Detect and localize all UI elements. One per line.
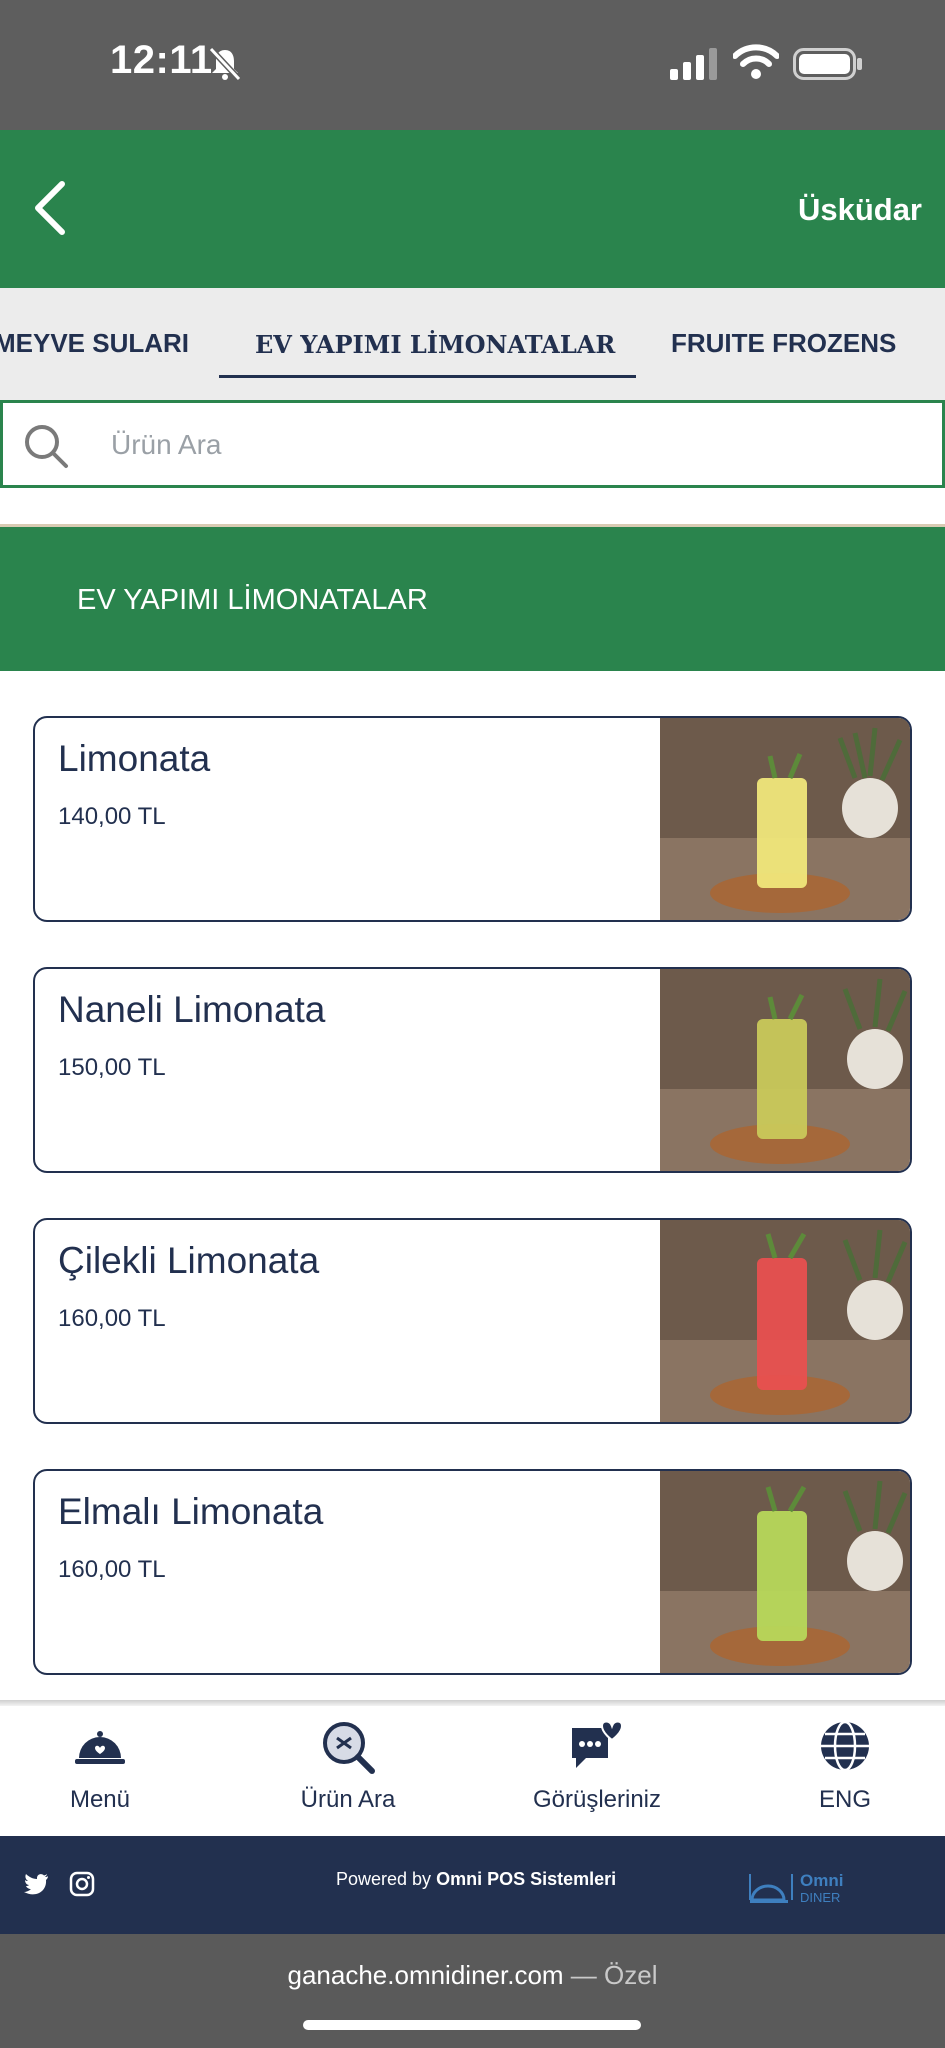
footer: Powered by Omni POS Sistemleri Omni DINE…	[0, 1836, 945, 1934]
product-price: 150,00 TL	[58, 1054, 166, 1081]
powered-by[interactable]: Powered by Omni POS Sistemleri	[336, 1869, 616, 1890]
nav-feedback[interactable]: Görüşleriniz	[497, 1718, 697, 1828]
nav-menu[interactable]: Menü	[0, 1718, 200, 1828]
product-name: Limonata	[58, 738, 211, 779]
nav-language-label: ENG	[818, 1786, 871, 1813]
nav-language[interactable]: ENG	[745, 1718, 945, 1828]
globe-icon	[821, 1720, 869, 1772]
drink-glass	[757, 1019, 807, 1139]
url-domain: ganache.omnidiner.com	[287, 1960, 564, 1990]
search-icon	[25, 425, 68, 468]
product-name: Elmalı Limonata	[58, 1491, 324, 1532]
branch-location[interactable]: Üsküdar	[798, 192, 922, 228]
powered-brand: Omni POS Sistemleri	[436, 1869, 617, 1889]
product-price: 160,00 TL	[58, 1305, 166, 1332]
tab-ev-yapimi-limonatalar[interactable]: EV YAPIMI LİMONATALAR	[255, 330, 615, 359]
search-icon	[323, 1722, 375, 1774]
browser-bar: ganache.omnidiner.com — Özel	[0, 1934, 945, 2048]
app-header: Üsküdar	[0, 130, 945, 288]
product-image	[660, 1220, 910, 1422]
cellular-signal-icon	[670, 48, 717, 80]
tab-fruite-frozens[interactable]: FRUITE FROZENS	[671, 328, 896, 359]
nav-search[interactable]: Ürün Ara	[248, 1718, 448, 1828]
drink-glass	[757, 778, 807, 888]
back-chevron-icon[interactable]	[30, 178, 70, 238]
home-indicator[interactable]	[303, 2020, 641, 2030]
omni-logo-bottom: DINER	[800, 1890, 840, 1905]
product-card[interactable]: Naneli Limonata 150,00 TL	[33, 967, 912, 1173]
drink-glass	[757, 1511, 807, 1641]
nav-feedback-label: Görüşleriniz	[532, 1786, 662, 1813]
cloche-icon	[75, 1731, 125, 1764]
product-price: 160,00 TL	[58, 1556, 166, 1583]
category-tabs: MEYVE SULARI EV YAPIMI LİMONATALAR FRUIT…	[0, 288, 945, 400]
omni-logo-top: Omni	[800, 1871, 843, 1890]
search-bar	[0, 400, 945, 488]
search-input[interactable]	[111, 423, 911, 467]
instagram-icon[interactable]	[69, 1871, 95, 1897]
nav-search-label: Ürün Ara	[300, 1786, 396, 1813]
wifi-icon	[733, 44, 779, 79]
url-bar[interactable]: ganache.omnidiner.com — Özel	[0, 1960, 945, 1991]
product-card[interactable]: Limonata 140,00 TL	[33, 716, 912, 922]
url-suffix: — Özel	[563, 1960, 658, 1990]
active-tab-indicator	[219, 375, 636, 378]
product-image	[660, 1471, 910, 1673]
section-title: EV YAPIMI LİMONATALAR	[77, 584, 428, 616]
product-image	[660, 718, 910, 920]
bell-muted-icon	[208, 46, 242, 82]
tab-meyve-sulari[interactable]: MEYVE SULARI	[0, 328, 189, 359]
status-time: 12:11	[110, 38, 213, 82]
product-card[interactable]: Elmalı Limonata 160,00 TL	[33, 1469, 912, 1675]
twitter-icon[interactable]	[23, 1872, 49, 1896]
bottom-nav: Menü Ürün Ara Görüşleriniz ENG	[0, 1706, 945, 1836]
omni-diner-logo: Omni DINER	[749, 1871, 843, 1905]
status-bar: 12:11	[0, 0, 945, 130]
feedback-heart-icon	[572, 1720, 624, 1768]
nav-menu-label: Menü	[69, 1786, 131, 1813]
product-name: Çilekli Limonata	[58, 1240, 320, 1281]
product-name: Naneli Limonata	[58, 989, 326, 1030]
product-image	[660, 969, 910, 1171]
battery-icon	[793, 48, 862, 80]
product-price: 140,00 TL	[58, 803, 166, 830]
product-card[interactable]: Çilekli Limonata 160,00 TL	[33, 1218, 912, 1424]
section-banner: EV YAPIMI LİMONATALAR	[0, 527, 945, 671]
powered-prefix: Powered by	[336, 1869, 437, 1889]
drink-glass	[757, 1258, 807, 1390]
